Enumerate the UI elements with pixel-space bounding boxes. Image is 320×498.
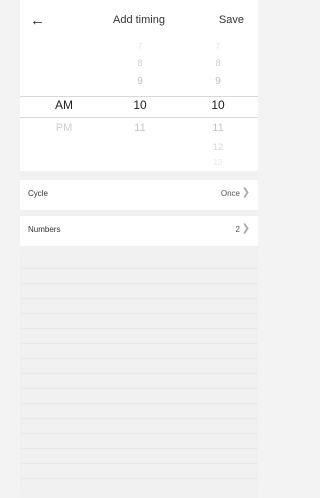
hour-option[interactable]: 8: [110, 58, 170, 68]
picker-card: ← Add timing Save AM PM 7 8 9 10 11 7 8: [20, 0, 258, 171]
ampm-option[interactable]: PM: [34, 122, 94, 134]
chevron-right-icon: ❯: [241, 187, 250, 198]
save-button[interactable]: Save: [219, 14, 244, 26]
chevron-right-icon: ❯: [241, 223, 250, 234]
hour-option[interactable]: 7: [110, 42, 170, 51]
screen: ← Add timing Save AM PM 7 8 9 10 11 7 8: [20, 0, 258, 498]
minute-option[interactable]: 9: [188, 76, 248, 87]
hour-selected[interactable]: 10: [110, 98, 170, 112]
ampm-selected[interactable]: AM: [34, 98, 94, 112]
hour-option[interactable]: 9: [110, 76, 170, 87]
numbers-row[interactable]: Numbers 2 ❯: [20, 216, 258, 246]
minute-option[interactable]: 11: [188, 122, 248, 134]
empty-list-area: [20, 254, 258, 490]
minute-option[interactable]: 7: [188, 42, 248, 51]
hour-option[interactable]: 11: [110, 122, 170, 134]
minute-option[interactable]: 13: [188, 158, 248, 167]
cycle-label: Cycle: [28, 189, 49, 198]
ampm-column[interactable]: AM PM: [34, 40, 94, 168]
cycle-row[interactable]: Cycle Once ❯: [20, 180, 258, 210]
time-picker[interactable]: AM PM 7 8 9 10 11 7 8 9 10 11 12 13: [20, 40, 258, 168]
minute-selected[interactable]: 10: [188, 98, 248, 112]
minute-option[interactable]: 12: [188, 142, 248, 152]
cycle-value: Once: [220, 189, 240, 198]
hour-column[interactable]: 7 8 9 10 11: [110, 40, 170, 168]
minute-option[interactable]: 8: [188, 58, 248, 68]
minute-column[interactable]: 7 8 9 10 11 12 13: [188, 40, 248, 168]
numbers-value: 2: [235, 225, 240, 234]
numbers-label: Numbers: [28, 225, 61, 234]
